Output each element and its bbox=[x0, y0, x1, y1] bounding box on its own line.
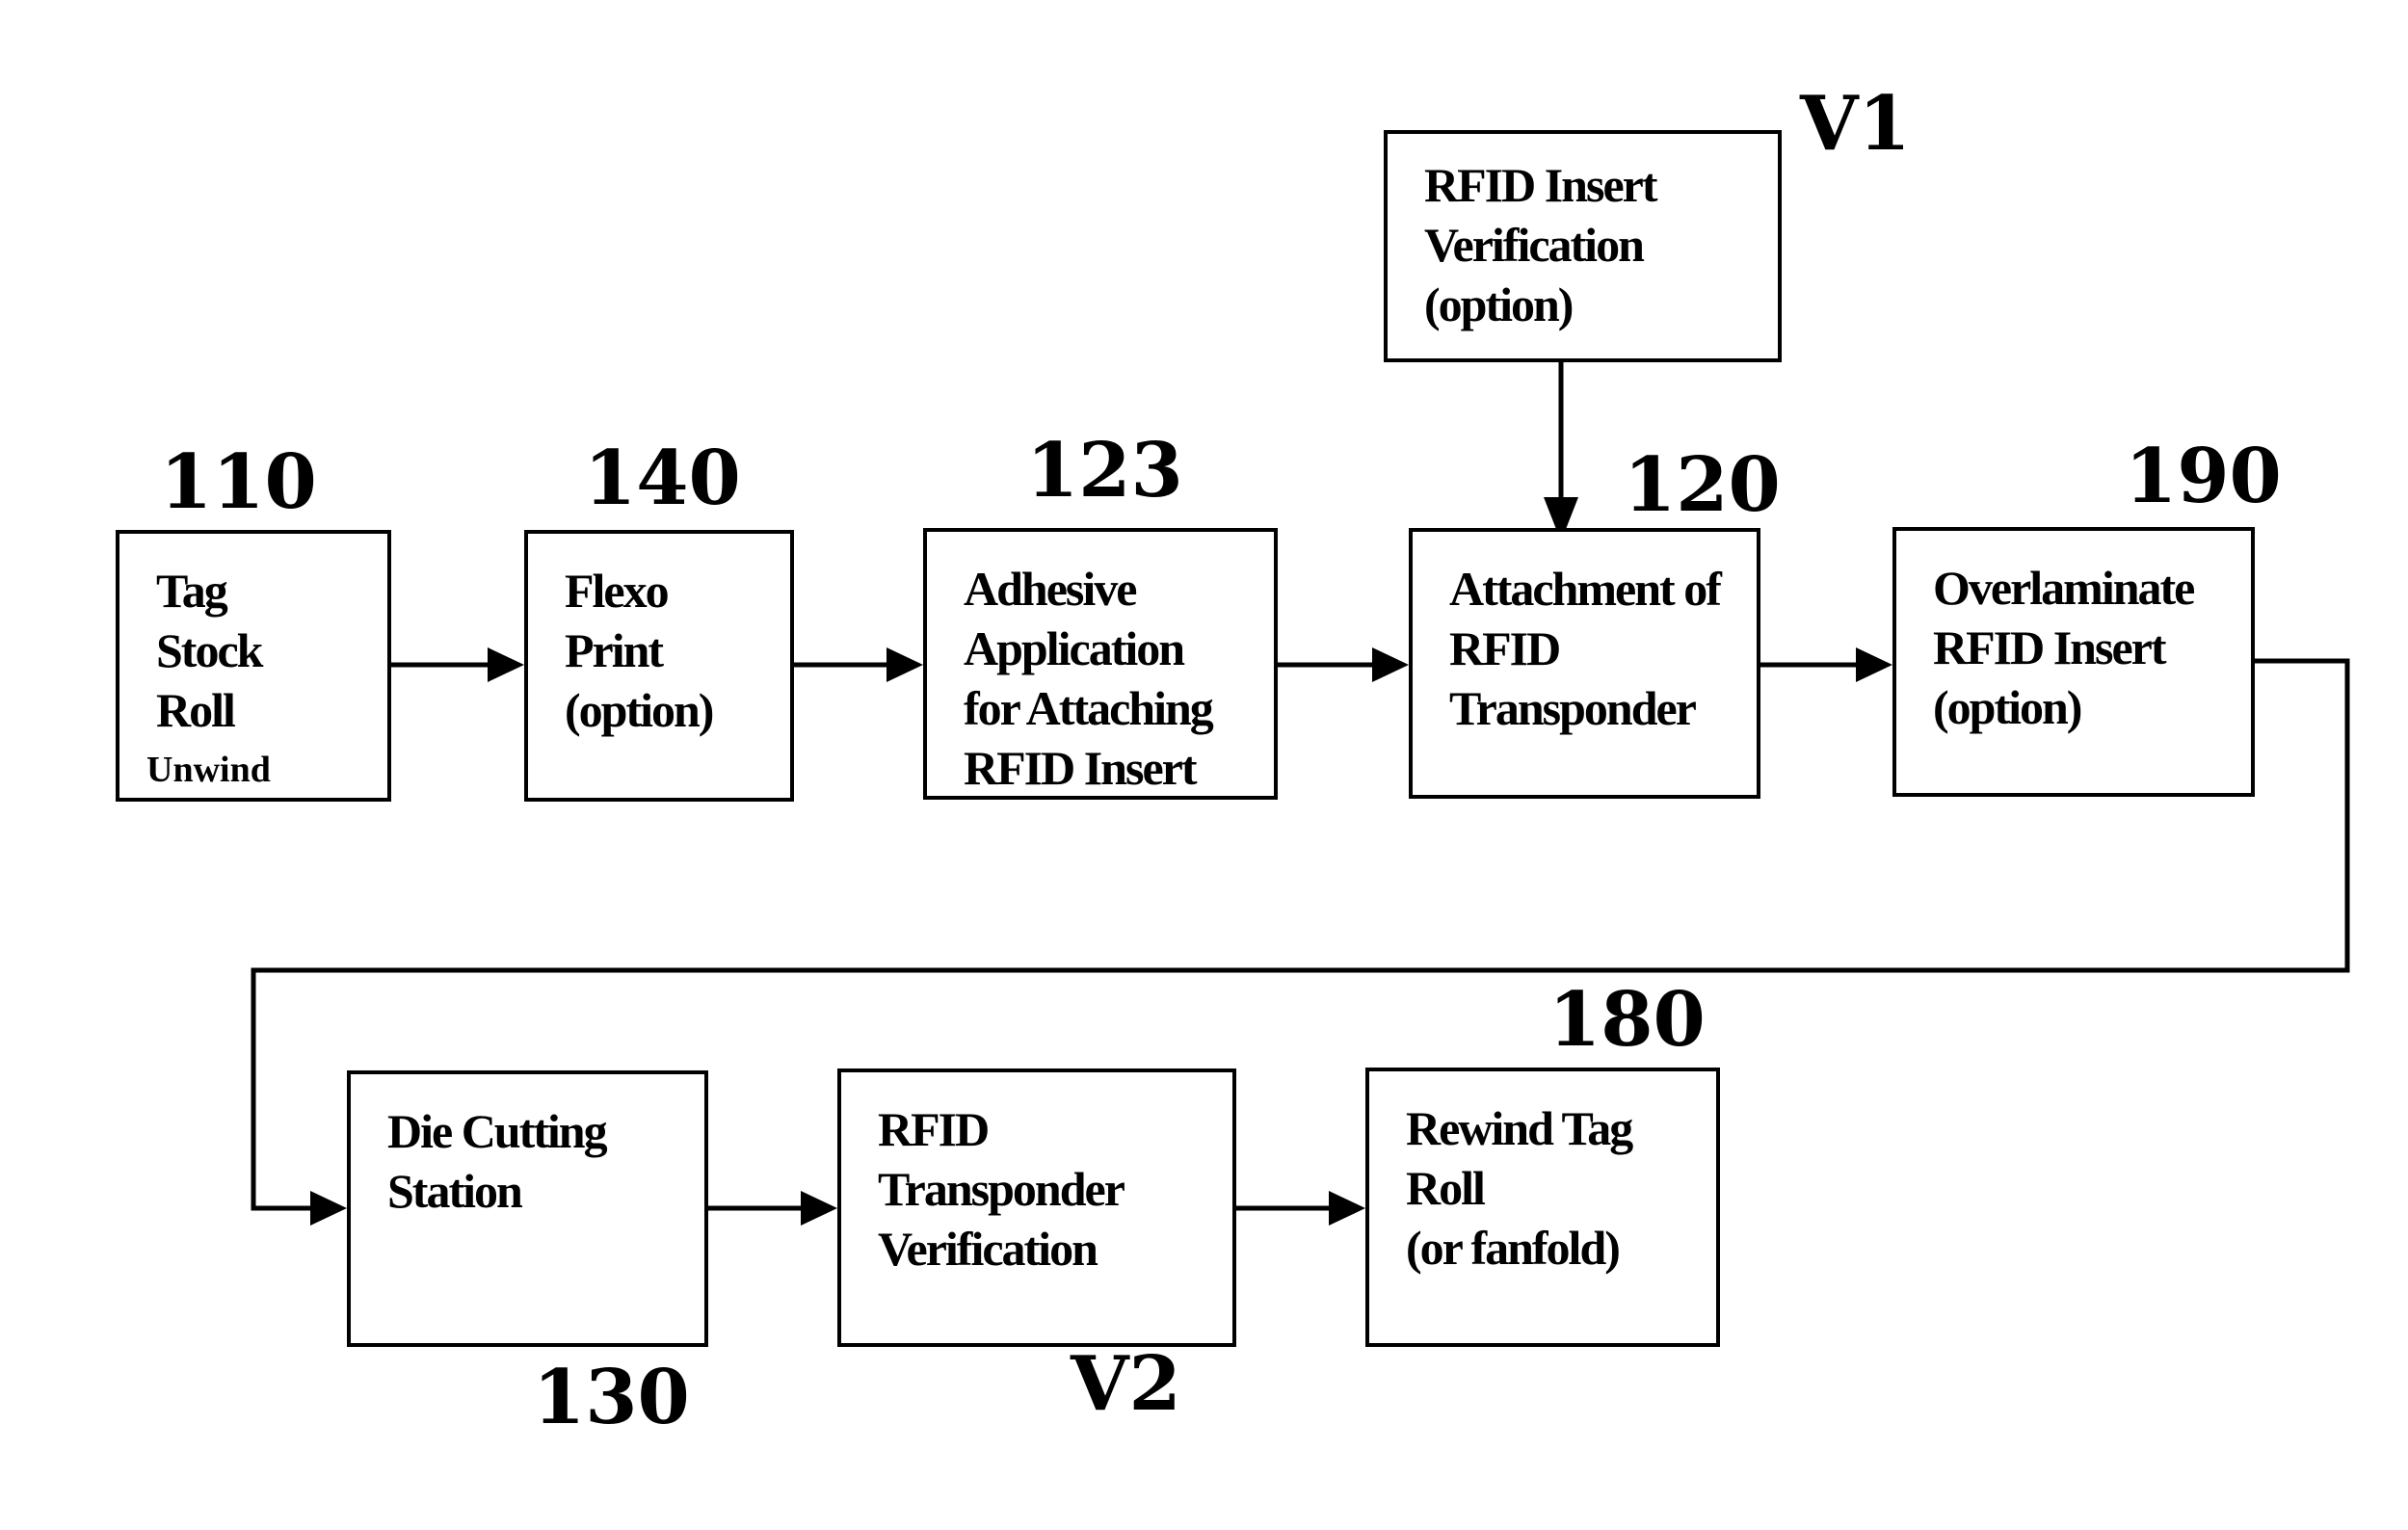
node-text: Verification bbox=[878, 1222, 1098, 1276]
node-rfid-insert-verification: RFID Insert Verification (option) bbox=[1384, 130, 1782, 362]
node-text: RFID bbox=[1449, 621, 1561, 675]
node-text: Overlaminate bbox=[1933, 561, 2195, 615]
ref-label-140: 140 bbox=[584, 435, 741, 522]
node-text: (option) bbox=[1424, 277, 1574, 331]
ref-label-130: 130 bbox=[533, 1354, 690, 1441]
node-text: Stock bbox=[156, 623, 263, 677]
ref-label-v1: V1 bbox=[1800, 80, 1911, 168]
node-text: Adhesive bbox=[964, 562, 1137, 616]
node-rewind-tag-roll: Rewind Tag Roll (or fanfold) bbox=[1365, 1068, 1720, 1347]
node-text: Application bbox=[964, 621, 1185, 675]
ref-label-110: 110 bbox=[160, 438, 317, 526]
node-tag-stock-roll: Tag Stock Roll Unwind bbox=[116, 530, 391, 802]
arrowhead-130-to-v2 bbox=[801, 1191, 837, 1226]
ref-label-190: 190 bbox=[2125, 433, 2282, 520]
ref-label-180: 180 bbox=[1548, 976, 1706, 1064]
node-text: RFID Insert bbox=[1933, 620, 2166, 674]
ref-label-120: 120 bbox=[1624, 441, 1781, 529]
node-text: Tag bbox=[156, 564, 228, 618]
node-text: for Attaching bbox=[964, 681, 1214, 735]
node-flexo-print: Flexo Print (option) bbox=[524, 530, 794, 802]
arrowhead-190-to-130 bbox=[310, 1191, 347, 1226]
node-rfid-transponder-verification: RFID Transponder Verification bbox=[837, 1068, 1236, 1347]
node-text: (option) bbox=[565, 683, 714, 737]
node-text: Roll bbox=[1406, 1161, 1486, 1215]
ref-label-v2: V2 bbox=[1071, 1340, 1181, 1428]
arrowhead-120-to-190 bbox=[1856, 647, 1892, 682]
node-text: Transponder bbox=[1449, 681, 1697, 735]
node-text: RFID Insert bbox=[964, 741, 1197, 795]
arrowhead-123-to-120 bbox=[1372, 647, 1409, 682]
node-text: Attachment of bbox=[1449, 562, 1722, 616]
node-subtext: Unwind bbox=[146, 750, 271, 790]
node-text: (or fanfold) bbox=[1406, 1221, 1621, 1275]
node-text: Print bbox=[565, 623, 664, 677]
node-text: Roll bbox=[156, 683, 236, 737]
node-adhesive-application: Adhesive Application for Attaching RFID … bbox=[923, 528, 1278, 800]
node-overlaminate-rfid-insert: Overlaminate RFID Insert (option) bbox=[1892, 527, 2255, 797]
node-text: Transponder bbox=[878, 1162, 1125, 1216]
node-text: Rewind Tag bbox=[1406, 1101, 1633, 1155]
node-text: (option) bbox=[1933, 680, 2082, 734]
node-text: RFID bbox=[878, 1102, 990, 1156]
node-text: Flexo bbox=[565, 564, 670, 618]
node-text: Die Cutting bbox=[387, 1104, 608, 1158]
node-text: Station bbox=[387, 1164, 523, 1218]
ref-label-123: 123 bbox=[1026, 427, 1183, 514]
node-die-cutting-station: Die Cutting Station bbox=[347, 1070, 708, 1347]
arrowhead-140-to-123 bbox=[886, 647, 923, 682]
arrowhead-v2-to-180 bbox=[1329, 1191, 1365, 1226]
node-attachment-rfid-transponder: Attachment of RFID Transponder bbox=[1409, 528, 1760, 799]
arrowhead-110-to-140 bbox=[488, 647, 524, 682]
node-text: RFID Insert bbox=[1424, 158, 1657, 212]
node-text: Verification bbox=[1424, 218, 1645, 272]
